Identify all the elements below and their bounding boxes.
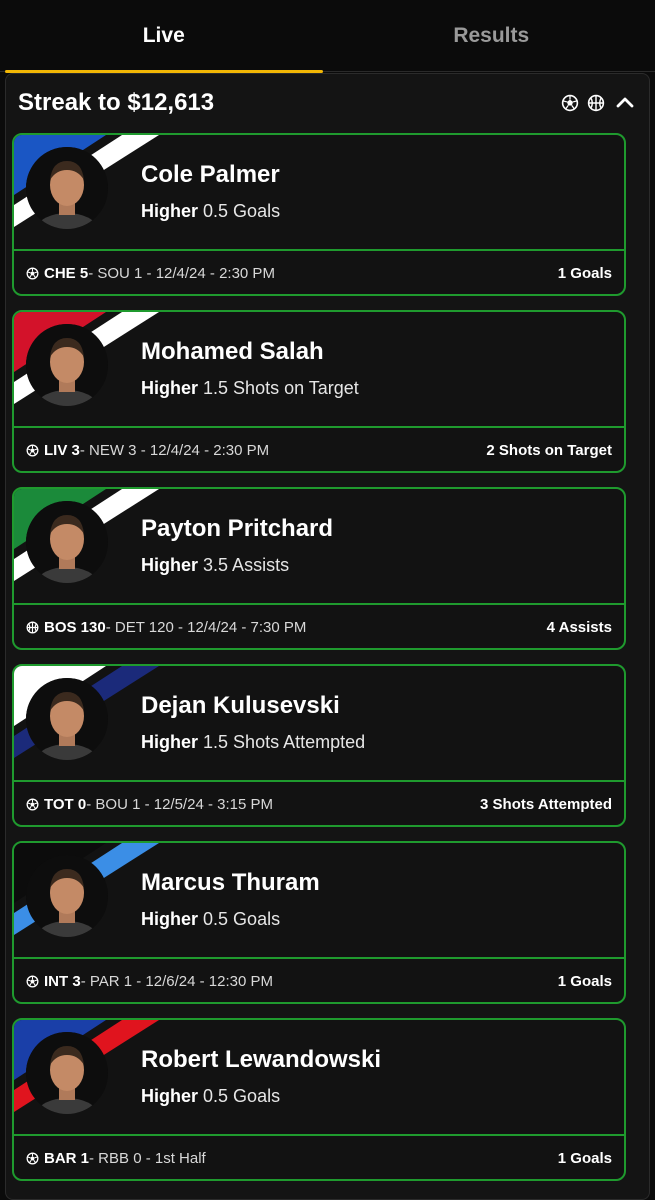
- team-score: INT 3: [44, 973, 81, 990]
- pick-line: 1.5 Shots on Target: [203, 378, 359, 398]
- player-name: Payton Pritchard: [141, 515, 334, 542]
- game-info-row: BAR 1 - RBB 0 - 1st Half 1 Goals: [14, 1136, 624, 1179]
- pick-prop: Higher 0.5 Goals: [141, 201, 280, 222]
- pick-result: 1 Goals: [557, 265, 612, 282]
- game-details: - PAR 1 - 12/6/24 - 12:30 PM: [80, 973, 273, 990]
- pick-direction: Higher: [141, 555, 199, 575]
- pick-card-header: Dejan Kulusevski Higher 1.5 Shots Attempt…: [14, 666, 624, 779]
- pick-line: 1.5 Shots Attempted: [203, 732, 366, 752]
- game-info-row: CHE 5 - SOU 1 - 12/4/24 - 2:30 PM 1 Goals: [14, 251, 624, 294]
- tab-live[interactable]: Live: [0, 0, 328, 73]
- game-details: - DET 120 - 12/4/24 - 7:30 PM: [105, 619, 307, 636]
- player-avatar: [26, 324, 108, 406]
- pick-direction: Higher: [141, 732, 199, 752]
- team-score: CHE 5: [44, 265, 89, 282]
- streak-header: Streak to $12,613: [18, 88, 637, 118]
- player-avatar: [26, 855, 108, 937]
- game-info: TOT 0 - BOU 1 - 12/5/24 - 3:15 PM: [26, 796, 480, 813]
- pick-prop: Higher 0.5 Goals: [141, 1086, 280, 1107]
- team-score: TOT 0: [44, 796, 87, 813]
- pick-result: 2 Shots on Target: [486, 442, 612, 459]
- pick-line: 0.5 Goals: [203, 201, 281, 221]
- pick-direction: Higher: [141, 909, 199, 929]
- pick-prop: Higher 3.5 Assists: [141, 555, 289, 576]
- game-info-row: INT 3 - PAR 1 - 12/6/24 - 12:30 PM 1 Goal…: [14, 959, 624, 1002]
- pick-line: 0.5 Goals: [203, 909, 281, 929]
- player-avatar: [26, 1032, 108, 1114]
- tab-live-label: Live: [142, 24, 185, 47]
- pick-line: 3.5 Assists: [203, 555, 290, 575]
- tab-results[interactable]: Results: [328, 0, 655, 72]
- team-score: LIV 3: [44, 442, 80, 459]
- soccer-ball-icon: [561, 94, 579, 112]
- game-details: - RBB 0 - 1st Half: [89, 1150, 206, 1167]
- basketball-icon: [587, 94, 605, 112]
- game-info-row: LIV 3 - NEW 3 - 12/4/24 - 2:30 PM 2 Shots…: [14, 428, 624, 471]
- soccer-ball-icon: [26, 975, 39, 988]
- player-avatar: [26, 501, 108, 583]
- game-info: BAR 1 - RBB 0 - 1st Half: [26, 1150, 558, 1167]
- pick-card-header: Payton Pritchard Higher 3.5 Assists: [14, 489, 624, 602]
- pick-card[interactable]: Cole Palmer Higher 0.5 Goals CHE 5 - SOU 1…: [12, 133, 626, 296]
- player-name: Dejan Kulusevski: [141, 692, 340, 719]
- soccer-ball-icon: [26, 267, 39, 280]
- game-info-row: BOS 130 - DET 120 - 12/4/24 - 7:30 PM 4 A…: [14, 605, 624, 648]
- game-info: LIV 3 - NEW 3 - 12/4/24 - 2:30 PM: [26, 442, 486, 459]
- pick-result: 1 Goals: [557, 1150, 612, 1167]
- team-score: BAR 1: [44, 1150, 90, 1167]
- pick-prop: Higher 1.5 Shots on Target: [141, 378, 359, 399]
- chevron-up-icon[interactable]: [613, 91, 637, 115]
- game-details: - BOU 1 - 12/5/24 - 3:15 PM: [86, 796, 273, 813]
- pick-card-header: Robert Lewandowski Higher 0.5 Goals: [14, 1020, 624, 1133]
- soccer-ball-icon: [26, 1152, 39, 1165]
- streak-title: Streak to $12,613: [18, 89, 215, 116]
- pick-card[interactable]: Robert Lewandowski Higher 0.5 Goals BAR 1 …: [12, 1018, 626, 1181]
- game-info-row: TOT 0 - BOU 1 - 12/5/24 - 3:15 PM 3 Shots…: [14, 782, 624, 825]
- pick-card[interactable]: Payton Pritchard Higher 3.5 Assists BOS 13…: [12, 487, 626, 650]
- pick-card[interactable]: Dejan Kulusevski Higher 1.5 Shots Attempt…: [12, 664, 626, 827]
- tab-bar: Live Results: [0, 0, 655, 73]
- pick-direction: Higher: [141, 201, 199, 221]
- player-avatar: [26, 147, 108, 229]
- pick-prop: Higher 0.5 Goals: [141, 909, 280, 930]
- pick-card-header: Marcus Thuram Higher 0.5 Goals: [14, 843, 624, 956]
- pick-result: 4 Assists: [546, 619, 612, 636]
- pick-result: 3 Shots Attempted: [480, 796, 612, 813]
- game-details: - NEW 3 - 12/4/24 - 2:30 PM: [79, 442, 270, 459]
- team-score: BOS 130: [44, 619, 106, 636]
- pick-prop: Higher 1.5 Shots Attempted: [141, 732, 365, 753]
- player-avatar: [26, 678, 108, 760]
- basketball-icon: [26, 621, 39, 634]
- pick-direction: Higher: [141, 1086, 199, 1106]
- soccer-ball-icon: [26, 798, 39, 811]
- streak-header-icons: [561, 91, 637, 115]
- pick-card[interactable]: Mohamed Salah Higher 1.5 Shots on Target L…: [12, 310, 626, 473]
- pick-line: 0.5 Goals: [203, 1086, 281, 1106]
- soccer-ball-icon: [26, 444, 39, 457]
- player-name: Robert Lewandowski: [141, 1046, 382, 1073]
- pick-card-header: Mohamed Salah Higher 1.5 Shots on Target: [14, 312, 624, 425]
- player-name: Marcus Thuram: [141, 869, 320, 896]
- player-name: Cole Palmer: [141, 161, 280, 188]
- game-info: INT 3 - PAR 1 - 12/6/24 - 12:30 PM: [26, 973, 558, 990]
- game-details: - SOU 1 - 12/4/24 - 2:30 PM: [88, 265, 275, 282]
- game-info: BOS 130 - DET 120 - 12/4/24 - 7:30 PM: [26, 619, 547, 636]
- pick-direction: Higher: [141, 378, 199, 398]
- pick-result: 1 Goals: [557, 973, 612, 990]
- player-name: Mohamed Salah: [141, 338, 324, 365]
- pick-card-header: Cole Palmer Higher 0.5 Goals: [14, 135, 624, 248]
- game-info: CHE 5 - SOU 1 - 12/4/24 - 2:30 PM: [26, 265, 558, 282]
- pick-card[interactable]: Marcus Thuram Higher 0.5 Goals INT 3 - PAR…: [12, 841, 626, 1004]
- tab-results-label: Results: [453, 24, 530, 47]
